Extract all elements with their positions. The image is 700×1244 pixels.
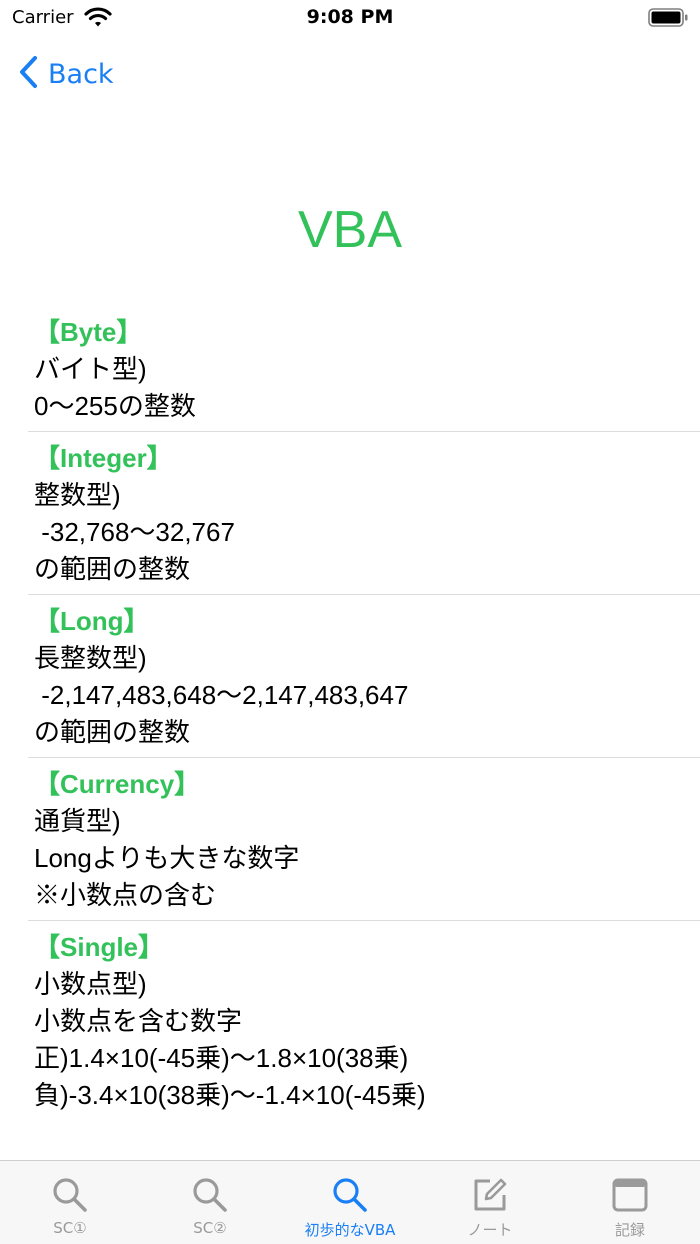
entry-line: 0～255の整数	[34, 391, 196, 421]
entry-line: 整数型)	[34, 480, 121, 510]
list-item: 【Integer】 整数型) -32,768～32,767 の範囲の整数	[28, 432, 700, 595]
tab-record[interactable]: 記録	[560, 1161, 700, 1244]
search-icon	[50, 1175, 90, 1215]
tab-label: SC②	[193, 1219, 227, 1237]
entry-line: 小数点型)	[34, 969, 147, 999]
entry-heading: 【Integer】	[34, 443, 173, 473]
entry-line: 正)1.4×10(-45乗)～1.8×10(38乗)	[34, 1043, 409, 1073]
tab-basic-vba[interactable]: 初歩的なVBA	[280, 1161, 420, 1244]
entry-heading: 【Currency】	[34, 769, 201, 799]
compose-icon	[470, 1175, 510, 1215]
tab-sc1[interactable]: SC①	[0, 1161, 140, 1244]
tab-label: 初歩的なVBA	[304, 1221, 396, 1239]
tab-label: 記録	[614, 1221, 645, 1239]
tab-bar: SC① SC② 初歩的なVBA ノート 記録	[0, 1160, 700, 1244]
entry-line: の範囲の整数	[34, 554, 191, 584]
battery-icon	[648, 8, 688, 27]
entry-line: の範囲の整数	[34, 717, 191, 747]
status-bar: Carrier 9:08 PM	[0, 0, 700, 40]
tab-label: SC①	[53, 1219, 87, 1237]
page-title: VBA	[297, 201, 403, 259]
clock: 9:08 PM	[306, 6, 394, 28]
search-icon	[330, 1175, 370, 1215]
entry-line: -2,147,483,648～2,147,483,647	[34, 680, 409, 710]
entry-line: ※小数点の含む	[34, 880, 217, 910]
entry-heading: 【Long】	[34, 606, 150, 636]
tab-sc2[interactable]: SC②	[140, 1161, 280, 1244]
chevron-left-icon	[18, 55, 38, 93]
window-icon	[610, 1175, 650, 1215]
entry-line: 小数点を含む数字	[34, 1006, 243, 1036]
entry-line: 長整数型)	[34, 643, 147, 673]
navigation-bar: Back	[0, 44, 700, 100]
back-button[interactable]: Back	[18, 54, 114, 94]
entry-heading: 【Single】	[34, 932, 165, 962]
tab-note[interactable]: ノート	[420, 1161, 560, 1244]
list-item: 【Single】 小数点型) 小数点を含む数字 正)1.4×10(-45乗)～1…	[28, 921, 700, 1120]
back-label: Back	[48, 58, 114, 90]
tab-label: ノート	[467, 1221, 513, 1239]
entry-line: 通貨型)	[34, 806, 121, 836]
entry-line: バイト型)	[34, 354, 147, 384]
entry-line: -32,768～32,767	[34, 517, 235, 547]
data-type-list: 【Byte】 バイト型) 0～255の整数 【Integer】 整数型) -32…	[28, 306, 700, 1120]
entry-heading: 【Byte】	[34, 317, 143, 347]
entry-line: 負)-3.4×10(38乗)～-1.4×10(-45乗)	[34, 1080, 426, 1110]
search-icon	[190, 1175, 230, 1215]
list-item: 【Byte】 バイト型) 0～255の整数	[28, 306, 700, 432]
entry-line: Longよりも大きな数字	[34, 843, 300, 873]
list-item: 【Long】 長整数型) -2,147,483,648～2,147,483,64…	[28, 595, 700, 758]
list-item: 【Currency】 通貨型) Longよりも大きな数字 ※小数点の含む	[28, 758, 700, 921]
